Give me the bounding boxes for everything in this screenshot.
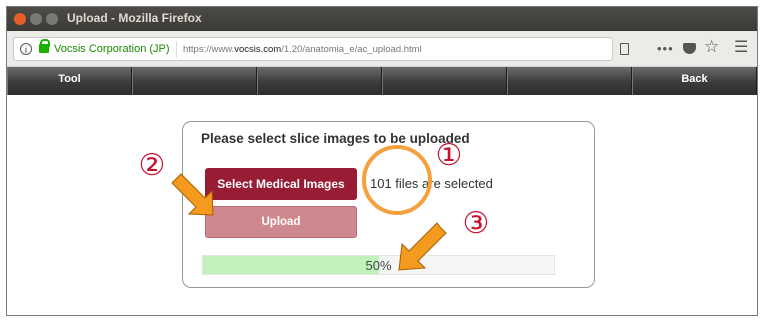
info-icon[interactable]: i (20, 43, 32, 55)
hamburger-menu-icon[interactable]: ☰ (734, 37, 748, 57)
files-selected-status: 101 files are selected (370, 176, 493, 191)
nav-button-2[interactable] (132, 67, 257, 95)
upload-panel: Please select slice images to be uploade… (182, 121, 595, 288)
reader-view-icon[interactable] (620, 43, 629, 55)
page-content: Please select slice images to be uploade… (7, 95, 757, 315)
select-medical-images-button[interactable]: Select Medical Images (205, 168, 357, 200)
url-path: /1.20/anatomia_e/ac_upload.html (281, 44, 422, 55)
url-text[interactable]: https://www.vocsis.com/1.20/anatomia_e/a… (183, 44, 422, 55)
url-prefix: https://www. (183, 44, 235, 55)
upload-progress-label: 50% (365, 258, 392, 273)
address-bar[interactable]: i Vocsis Corporation (JP) https://www.vo… (13, 37, 613, 61)
nav-button-4[interactable] (382, 67, 507, 95)
browser-toolbar: i Vocsis Corporation (JP) https://www.vo… (7, 31, 757, 67)
window-titlebar: Upload - Mozilla Firefox (7, 7, 757, 31)
pocket-icon[interactable] (683, 43, 696, 54)
window-maximize-icon[interactable] (46, 13, 58, 25)
nav-tool-button[interactable]: Tool (7, 67, 132, 95)
bookmark-star-icon[interactable]: ☆ (704, 37, 719, 57)
window-title: Upload - Mozilla Firefox (67, 11, 202, 25)
nav-button-5[interactable] (507, 67, 632, 95)
window-close-icon[interactable] (14, 13, 26, 25)
browser-window: Upload - Mozilla Firefox i Vocsis Corpor… (6, 6, 758, 316)
nav-back-button[interactable]: Back (632, 67, 757, 95)
nav-button-3[interactable] (257, 67, 382, 95)
upload-progress-bar: 50% (202, 255, 555, 275)
upload-button[interactable]: Upload (205, 206, 357, 238)
app-nav-bar: Tool Back (7, 67, 757, 95)
page-actions-icon[interactable]: ••• (657, 41, 674, 56)
lock-icon (39, 39, 50, 53)
url-domain: vocsis.com (234, 44, 282, 55)
window-minimize-icon[interactable] (30, 13, 42, 25)
site-identity[interactable]: Vocsis Corporation (JP) (54, 43, 170, 55)
upload-panel-title: Please select slice images to be uploade… (201, 131, 470, 146)
address-divider (176, 41, 177, 58)
